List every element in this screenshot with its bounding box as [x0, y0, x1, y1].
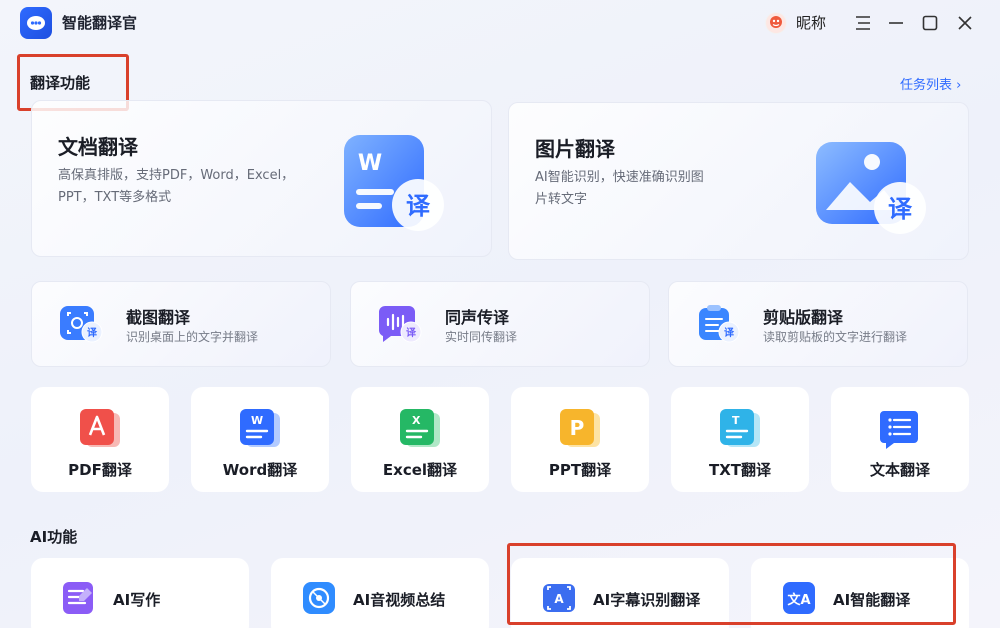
clipboard-icon: 译 — [695, 304, 741, 344]
screenshot-icon: 译 — [58, 304, 104, 344]
card-description: 读取剪贴板的文字进行翻译 — [763, 330, 908, 344]
card-title: 截图翻译 — [126, 308, 191, 327]
tool-label: Excel翻译 — [382, 461, 458, 479]
section-title-ai: AI功能 — [30, 528, 78, 546]
tool-label: PDF翻译 — [68, 461, 132, 479]
microphone-wave-icon: 译 — [377, 304, 423, 344]
svg-text:X: X — [412, 414, 421, 427]
ai-item-label: AI音视频总结 — [353, 591, 446, 609]
translate-badge: 译 — [406, 192, 431, 220]
card-description: 识别桌面上的文字并翻译 — [126, 330, 259, 344]
word-translate-button[interactable]: W Word翻译 — [191, 387, 329, 492]
screenshot-translate-card[interactable]: 译 截图翻译 识别桌面上的文字并翻译 — [31, 281, 331, 367]
card-description: AI智能识别，快速准确识别图片转文字 — [535, 170, 704, 207]
ppt-translate-button[interactable]: P PPT翻译 — [511, 387, 649, 492]
close-icon[interactable] — [952, 10, 978, 36]
text-icon — [878, 407, 922, 451]
image-icon: 译 — [814, 138, 934, 238]
tool-label: Word翻译 — [222, 461, 298, 479]
pdf-icon — [78, 407, 122, 451]
svg-text:P: P — [570, 416, 585, 440]
menu-icon[interactable] — [850, 10, 876, 36]
translate-badge: 译 — [888, 195, 913, 223]
ai-item-label: AI写作 — [113, 591, 161, 609]
excel-icon: X — [398, 407, 442, 451]
card-title: 文档翻译 — [58, 135, 138, 159]
ai-writing-button[interactable]: AI写作 — [31, 558, 249, 628]
maximize-icon[interactable] — [917, 10, 943, 36]
ai-writing-icon — [61, 580, 97, 616]
highlight-box — [507, 543, 956, 625]
simultaneous-interpretation-card[interactable]: 译 同声传译 实时同传翻译 — [350, 281, 650, 367]
card-title: 图片翻译 — [535, 137, 615, 161]
ai-media-summary-button[interactable]: AI音视频总结 — [271, 558, 489, 628]
card-title: 剪贴版翻译 — [763, 308, 844, 327]
minimize-icon[interactable] — [883, 10, 909, 36]
card-title: 同声传译 — [445, 308, 510, 327]
svg-text:译: 译 — [724, 326, 735, 339]
tool-label: PPT翻译 — [548, 461, 612, 479]
task-list-link[interactable]: 任务列表 › — [900, 74, 961, 93]
title-bar: 智能翻译官 昵称 — [0, 0, 1000, 46]
clipboard-translate-card[interactable]: 译 剪贴版翻译 读取剪贴板的文字进行翻译 — [668, 281, 968, 367]
svg-text:译: 译 — [87, 326, 98, 339]
text-translate-button[interactable]: 文本翻译 — [831, 387, 969, 492]
user-name[interactable]: 昵称 — [796, 12, 826, 33]
word-icon: W — [238, 407, 282, 451]
doc-letter: W — [358, 151, 382, 176]
document-translate-card[interactable]: 文档翻译 高保真排版，支持PDF，Word，Excel，PPT，TXT等多格式 … — [31, 100, 492, 257]
card-description: 高保真排版，支持PDF，Word，Excel，PPT，TXT等多格式 — [58, 168, 295, 205]
image-translate-card[interactable]: 图片翻译 AI智能识别，快速准确识别图片转文字 译 — [508, 102, 969, 260]
app-title: 智能翻译官 — [62, 14, 138, 32]
txt-icon: T — [718, 407, 762, 451]
app-logo-icon — [20, 7, 52, 39]
avatar[interactable] — [765, 12, 787, 34]
tool-label: TXT翻译 — [708, 461, 772, 479]
svg-text:译: 译 — [406, 326, 417, 339]
svg-text:W: W — [251, 414, 263, 427]
ai-media-summary-icon — [301, 580, 337, 616]
pdf-translate-button[interactable]: PDF翻译 — [31, 387, 169, 492]
ppt-icon: P — [558, 407, 602, 451]
section-title-translate: 翻译功能 — [30, 74, 91, 92]
document-icon: W 译 — [342, 133, 452, 233]
card-description: 实时同传翻译 — [445, 330, 518, 344]
tool-label: 文本翻译 — [869, 461, 930, 479]
txt-translate-button[interactable]: T TXT翻译 — [671, 387, 809, 492]
excel-translate-button[interactable]: X Excel翻译 — [351, 387, 489, 492]
svg-text:T: T — [732, 414, 740, 427]
